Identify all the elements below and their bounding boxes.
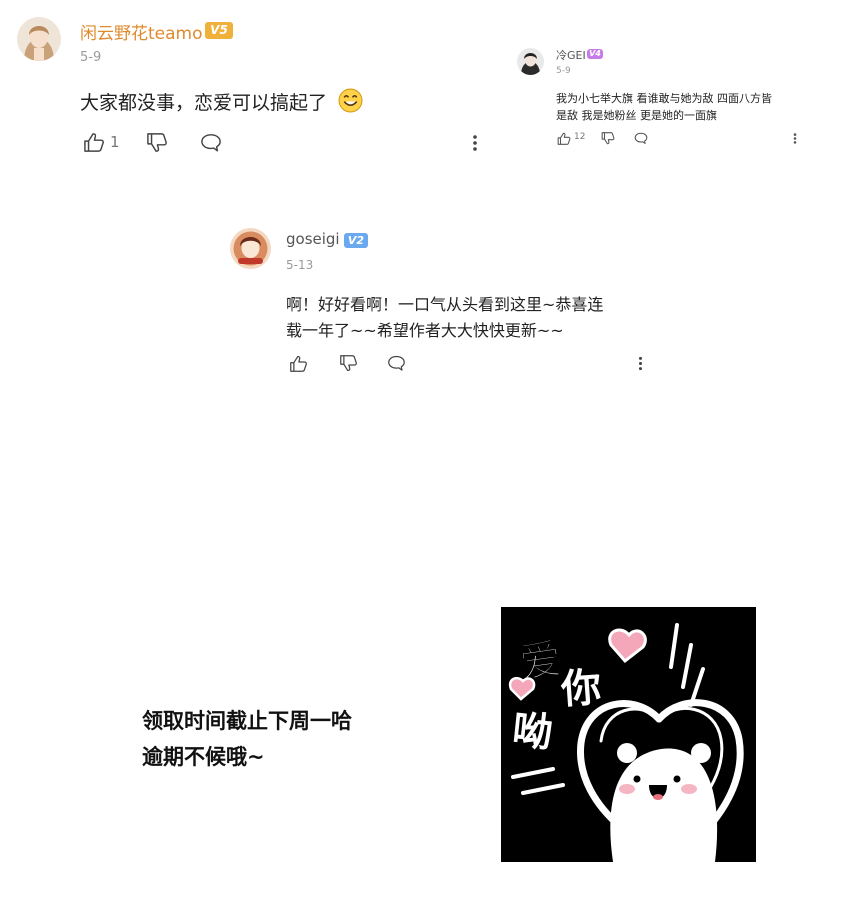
comment-date: 5-13 bbox=[286, 258, 314, 272]
comment-bubble-icon[interactable] bbox=[387, 355, 406, 372]
more-vertical-icon[interactable] bbox=[637, 355, 644, 372]
username[interactable]: 闲云野花teamo bbox=[80, 19, 203, 44]
like-count: 1 bbox=[110, 133, 120, 151]
comment-text-line-2: 是敌 我是她粉丝 更是她的一面旗 bbox=[556, 109, 717, 122]
comment-text-line-1: 我为小七举大旗 看谁敢与她为敌 四面八方皆 bbox=[556, 92, 772, 105]
thumbs-up-icon[interactable] bbox=[289, 355, 308, 372]
more-vertical-icon[interactable] bbox=[792, 132, 798, 145]
thumbs-down-icon[interactable] bbox=[601, 132, 615, 145]
comment-text: 大家都没事，恋爱可以搞起了 bbox=[80, 88, 327, 115]
level-badge: V5 bbox=[205, 22, 233, 39]
caption-line-1: 领取时间截止下周一哈 bbox=[142, 709, 352, 733]
username[interactable]: goseigi bbox=[286, 230, 340, 248]
like-count: 12 bbox=[574, 132, 586, 142]
thumbs-down-icon[interactable] bbox=[339, 355, 358, 372]
sticker-char-3: 呦 bbox=[510, 707, 555, 757]
comment-text-line-2: 载一年了~~希望作者大大快快更新~~ bbox=[286, 321, 564, 340]
thumbs-up-icon[interactable] bbox=[83, 132, 105, 152]
comment-date: 5-9 bbox=[556, 66, 571, 76]
caption-line-2: 逾期不候哦~ bbox=[142, 745, 265, 769]
thumbs-up-icon[interactable] bbox=[557, 132, 571, 145]
more-vertical-icon[interactable] bbox=[471, 133, 479, 153]
comment-date: 5-9 bbox=[80, 50, 102, 65]
comment-text-content: 大家都没事，恋爱可以搞起了 bbox=[80, 92, 328, 114]
level-badge: V2 bbox=[344, 233, 368, 248]
username[interactable]: 冷GEI bbox=[556, 47, 586, 63]
avatar[interactable] bbox=[17, 17, 61, 61]
smiling-face-emoji bbox=[338, 88, 363, 113]
level-badge: V4 bbox=[587, 49, 603, 59]
sticker-char-2: 你 bbox=[559, 665, 603, 714]
love-you-sticker: 爱 你 呦 bbox=[501, 607, 756, 862]
comment-bubble-icon[interactable] bbox=[200, 133, 222, 153]
comment-text-line-1: 啊！好好看啊！一口气从头看到这里~恭喜连 bbox=[286, 295, 604, 314]
avatar[interactable] bbox=[517, 48, 544, 75]
thumbs-down-icon[interactable] bbox=[146, 133, 168, 153]
avatar[interactable] bbox=[230, 228, 271, 269]
comment-bubble-icon[interactable] bbox=[634, 132, 648, 145]
